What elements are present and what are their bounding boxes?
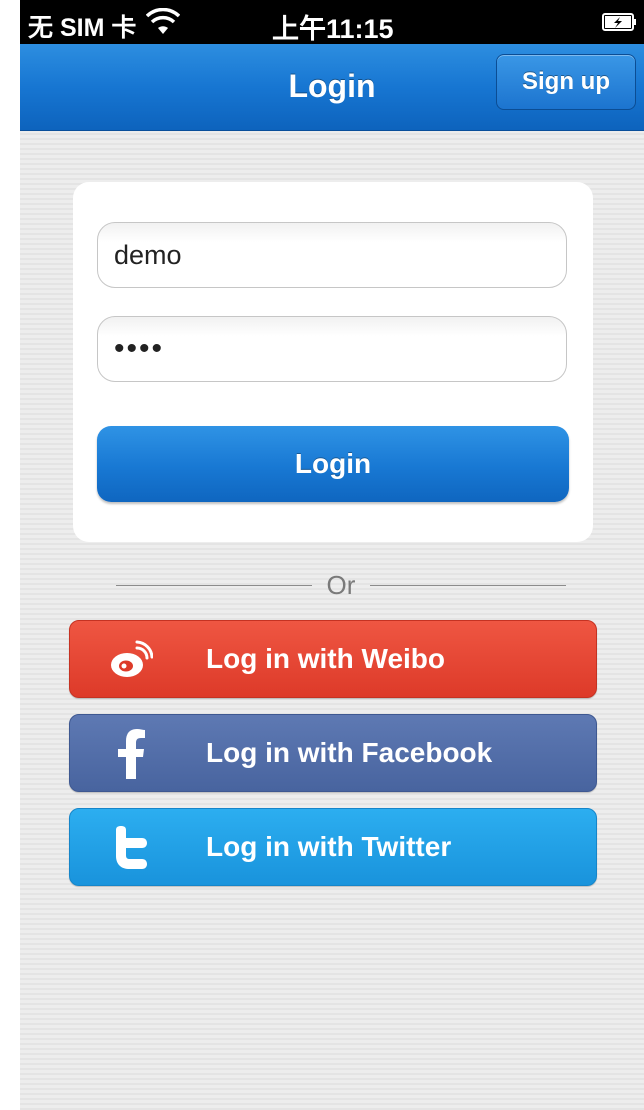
username-value: demo [114,239,182,270]
status-bar: 无 SIM 卡 上午11:15 [20,0,644,44]
navigation-bar: Login Sign up [20,44,644,131]
username-field[interactable]: demo [97,222,567,288]
login-card: demo •••• Login [73,182,593,542]
password-value: •••• [114,332,165,365]
status-time: 上午11:15 [272,14,394,44]
weibo-icon [106,635,156,685]
carrier-text: 无 SIM 卡 [28,14,137,42]
weibo-login-button[interactable]: Log in with Weibo [69,620,597,698]
app-screen: 无 SIM 卡 上午11:15 Login Sign up demo •••• … [20,0,644,1110]
facebook-login-button[interactable]: Log in with Facebook [69,714,597,792]
twitter-icon [106,823,156,873]
twitter-login-label: Log in with Twitter [206,831,452,862]
divider-line-right [370,585,566,586]
signup-button[interactable]: Sign up [496,54,636,110]
weibo-login-label: Log in with Weibo [206,643,445,674]
twitter-login-button[interactable]: Log in with Twitter [69,808,597,886]
login-button[interactable]: Login [97,426,569,502]
facebook-login-label: Log in with Facebook [206,737,493,768]
or-divider: Or [116,568,566,602]
facebook-icon [106,729,156,779]
wifi-icon [146,8,180,34]
password-field[interactable]: •••• [97,316,567,382]
carrier-label: 无 SIM 卡 [28,8,136,44]
battery-charging-icon [602,13,636,31]
